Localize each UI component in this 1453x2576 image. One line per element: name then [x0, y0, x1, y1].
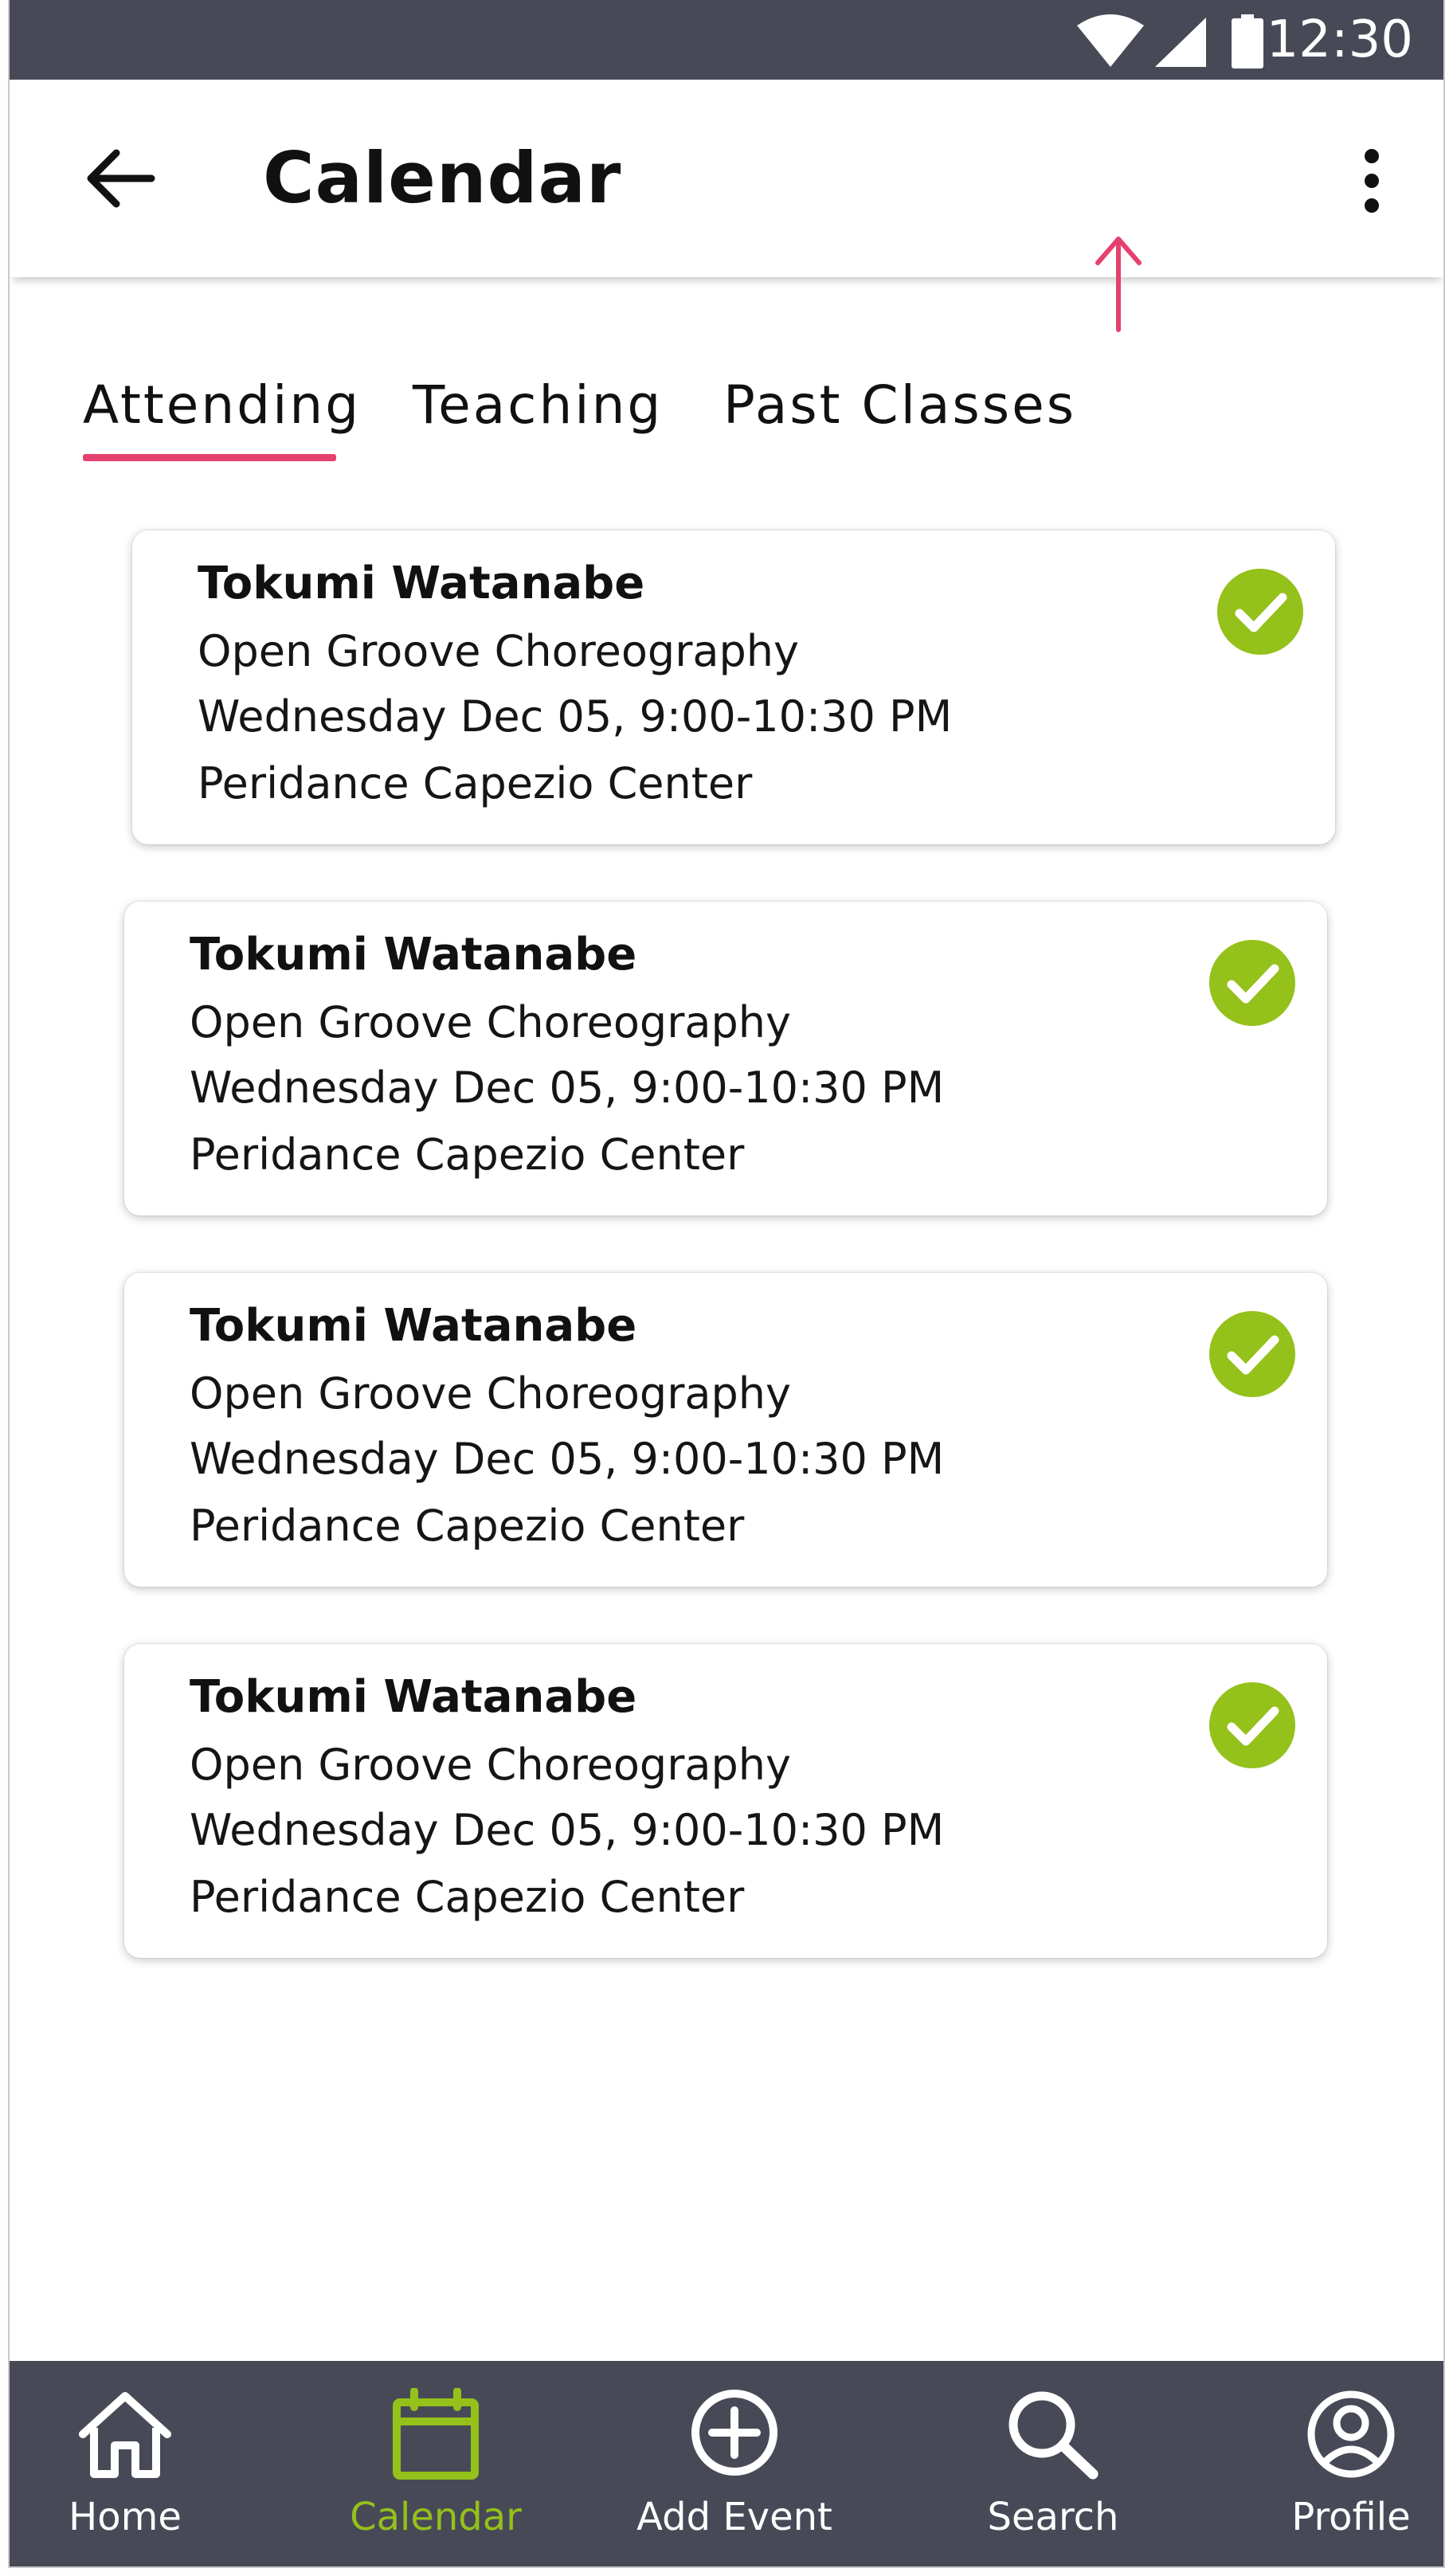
tab-bar: Attending Teaching Past Classes [10, 358, 1443, 470]
check-circle-icon [1209, 1311, 1295, 1397]
event-location: Peridance Capezio Center [190, 1501, 745, 1551]
event-class: Open Groove Choreography [190, 997, 791, 1047]
event-location: Peridance Capezio Center [190, 1129, 745, 1180]
event-instructor: Tokumi Watanabe [190, 1300, 637, 1352]
nav-home[interactable]: Home [41, 2361, 209, 2566]
signal-icon [1155, 18, 1206, 67]
event-instructor: Tokumi Watanabe [198, 558, 645, 609]
back-arrow-icon[interactable] [80, 139, 167, 218]
battery-icon [1232, 14, 1263, 69]
event-time: Wednesday Dec 05, 9:00-10:30 PM [198, 691, 953, 742]
event-instructor: Tokumi Watanabe [190, 929, 637, 981]
event-time: Wednesday Dec 05, 9:00-10:30 PM [190, 1805, 945, 1855]
nav-calendar-label: Calendar [350, 2495, 522, 2539]
nav-home-label: Home [69, 2495, 182, 2539]
event-class: Open Groove Choreography [198, 626, 799, 676]
event-class: Open Groove Choreography [190, 1368, 791, 1419]
annotation-arrow-up-icon [1095, 237, 1142, 332]
nav-search[interactable]: Search [950, 2361, 1157, 2566]
nav-profile-label: Profile [1291, 2495, 1411, 2539]
event-time: Wednesday Dec 05, 9:00-10:30 PM [190, 1434, 945, 1484]
status-bar: 12:30 [10, 0, 1443, 80]
profile-icon [1307, 2390, 1395, 2478]
check-circle-icon [1209, 940, 1295, 1026]
event-card[interactable]: Tokumi Watanabe Open Groove Choreography… [124, 902, 1327, 1216]
event-location: Peridance Capezio Center [190, 1872, 745, 1922]
nav-calendar[interactable]: Calendar [336, 2361, 535, 2566]
home-icon [79, 2392, 171, 2478]
event-card[interactable]: Tokumi Watanabe Open Groove Choreography… [124, 1644, 1327, 1958]
wifi-icon [1077, 14, 1144, 67]
check-circle-icon [1217, 569, 1303, 655]
tab-teaching[interactable]: Teaching [413, 374, 663, 436]
bottom-navigation: Home Calendar Add Event Search Profile [10, 2361, 1443, 2566]
page-title: Calendar [263, 137, 622, 219]
event-time: Wednesday Dec 05, 9:00-10:30 PM [190, 1063, 945, 1113]
event-card[interactable]: Tokumi Watanabe Open Groove Choreography… [124, 1273, 1327, 1587]
search-icon [1008, 2391, 1099, 2480]
event-card[interactable]: Tokumi Watanabe Open Groove Choreography… [132, 530, 1335, 844]
event-class: Open Groove Choreography [190, 1740, 791, 1790]
tab-past-classes[interactable]: Past Classes [723, 374, 1076, 436]
calendar-icon [393, 2388, 479, 2480]
nav-add-event-label: Add Event [636, 2495, 832, 2539]
app-screen: 12:30 Calendar Attending Teaching Past C… [8, 0, 1445, 2568]
status-time: 12:30 [1266, 10, 1413, 69]
nav-add-event[interactable]: Add Event [623, 2361, 846, 2566]
tab-attending[interactable]: Attending [83, 374, 361, 436]
check-circle-icon [1209, 1682, 1295, 1768]
app-bar: Calendar [10, 80, 1443, 332]
more-vert-icon[interactable] [1348, 145, 1396, 217]
active-tab-indicator [83, 454, 336, 461]
nav-search-label: Search [987, 2495, 1119, 2539]
event-instructor: Tokumi Watanabe [190, 1671, 637, 1723]
add-circle-icon [691, 2390, 777, 2476]
nav-profile[interactable]: Profile [1271, 2361, 1431, 2566]
event-location: Peridance Capezio Center [198, 758, 753, 808]
